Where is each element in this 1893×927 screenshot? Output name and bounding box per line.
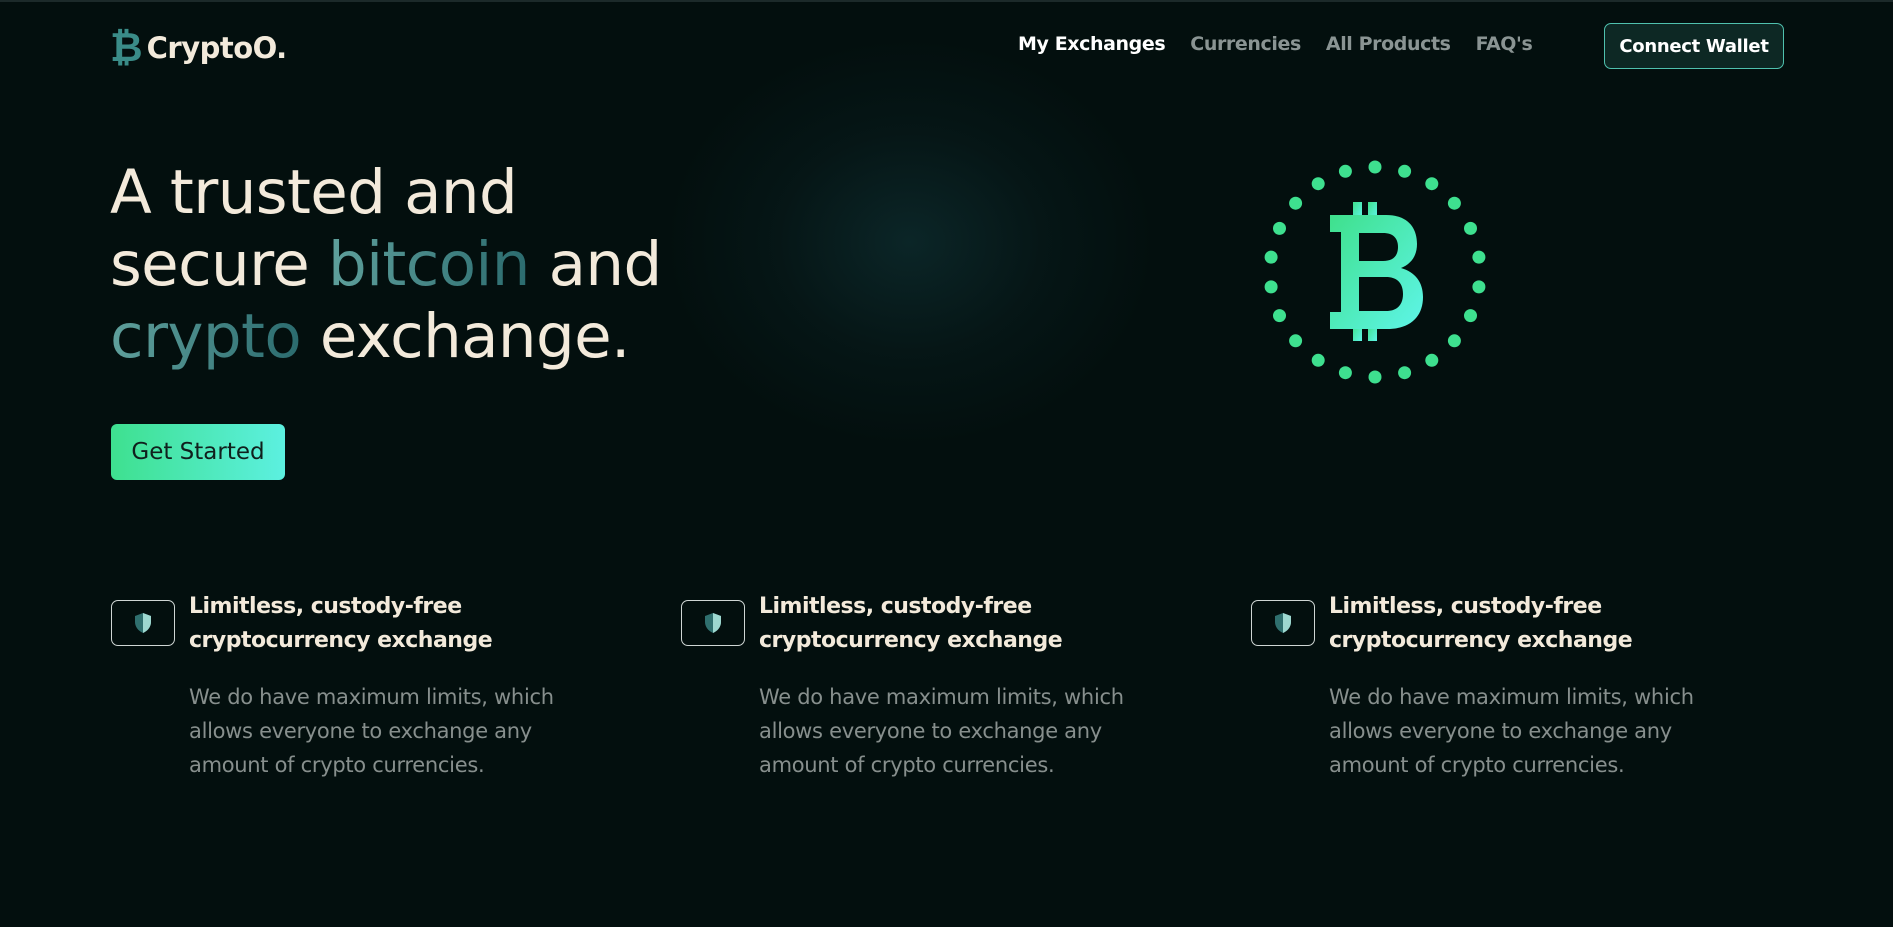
feature-description: We do have maximum limits, which allows … bbox=[189, 685, 554, 777]
hero-title-line2-end: and bbox=[529, 229, 663, 300]
shield-icon bbox=[705, 613, 721, 633]
feature-title: Limitless, custody-free cryptocurrency e… bbox=[759, 594, 1063, 653]
hero-title-line3-end: exchange. bbox=[301, 301, 631, 372]
ring-dot bbox=[1447, 334, 1461, 348]
ring-dot bbox=[1472, 280, 1486, 294]
ring-dot bbox=[1464, 221, 1477, 235]
ring-dot bbox=[1273, 221, 1286, 235]
ring-dot bbox=[1338, 164, 1352, 178]
ring-dot bbox=[1447, 196, 1461, 210]
hero-title-line2-start: secure bbox=[110, 229, 328, 300]
feature-description: We do have maximum limits, which allows … bbox=[759, 685, 1124, 777]
feature-icon-box bbox=[681, 600, 745, 646]
ring-dot bbox=[1264, 280, 1278, 294]
shield-icon bbox=[135, 613, 151, 633]
brand-name: CryptoO. bbox=[146, 31, 288, 65]
ring-dot bbox=[1311, 177, 1325, 191]
main-nav: My Exchanges Currencies All Products FAQ… bbox=[1018, 33, 1557, 55]
ring-dot bbox=[1425, 177, 1439, 191]
get-started-button[interactable]: Get Started bbox=[111, 424, 285, 480]
ring-dot bbox=[1273, 309, 1286, 323]
hero-title: A trusted and secure bitcoin and crypto ex… bbox=[110, 157, 662, 373]
ring-dot bbox=[1425, 353, 1439, 367]
feature-icon-box bbox=[1251, 600, 1315, 646]
nav-item-faqs[interactable]: FAQ's bbox=[1476, 33, 1533, 55]
feature-title: Limitless, custody-free cryptocurrency e… bbox=[1329, 594, 1633, 653]
feature-description: We do have maximum limits, which allows … bbox=[1329, 685, 1694, 777]
ring-dot bbox=[1398, 164, 1412, 178]
feature-title: Limitless, custody-free cryptocurrency e… bbox=[189, 594, 493, 653]
nav-item-my-exchanges[interactable]: My Exchanges bbox=[1018, 33, 1166, 55]
ring-dot bbox=[1398, 366, 1412, 380]
feature-icon-box bbox=[111, 600, 175, 646]
nav-item-currencies[interactable]: Currencies bbox=[1190, 33, 1301, 55]
ring-dot bbox=[1338, 366, 1352, 380]
ring-dot bbox=[1464, 309, 1477, 323]
hero-title-crypto-accent: crypto bbox=[110, 301, 302, 372]
hero-title-bitcoin-accent: bitcoin bbox=[327, 229, 530, 300]
ring-dot bbox=[1289, 196, 1303, 210]
bitcoin-symbol bbox=[1330, 202, 1423, 341]
hero-title-line1: A trusted and bbox=[110, 157, 518, 228]
ring-dot bbox=[1368, 370, 1382, 384]
ring-dot bbox=[1311, 353, 1325, 367]
shield-icon bbox=[1275, 613, 1291, 633]
nav-item-all-products[interactable]: All Products bbox=[1326, 33, 1451, 55]
bitcoin-logo-icon: ₿ bbox=[110, 25, 143, 71]
ring-dot bbox=[1289, 334, 1303, 348]
ring-dot bbox=[1368, 160, 1382, 174]
brand-logo[interactable]: ₿ CryptoO. bbox=[110, 26, 287, 70]
connect-wallet-button[interactable]: Connect Wallet bbox=[1604, 23, 1784, 69]
ring-dot bbox=[1472, 250, 1486, 264]
background-glow bbox=[670, 42, 1150, 442]
bitcoin-circle-icon bbox=[1264, 160, 1486, 384]
ring-dot bbox=[1264, 250, 1278, 264]
